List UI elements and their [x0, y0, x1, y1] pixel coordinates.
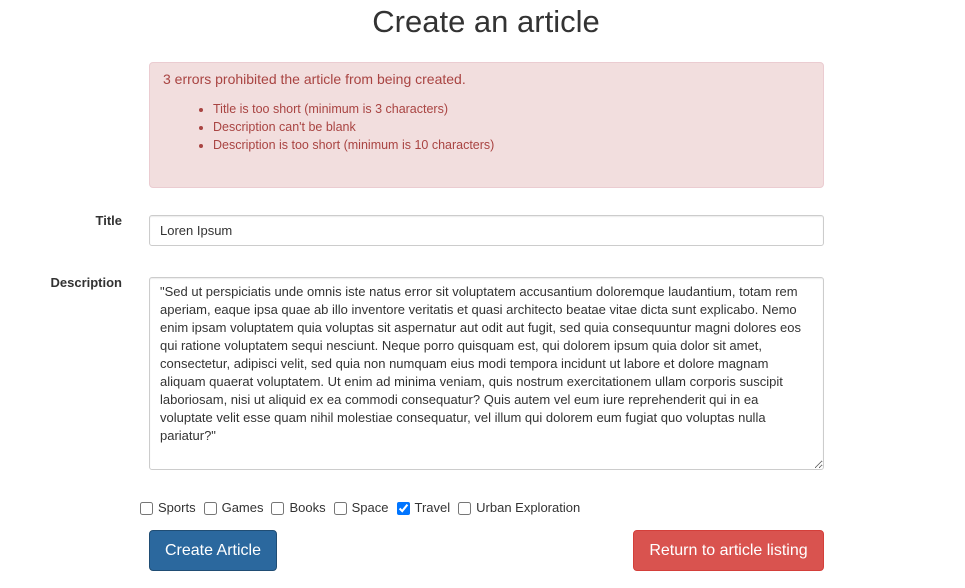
checkbox-label-games[interactable]: Games	[222, 500, 264, 516]
page-title: Create an article	[372, 4, 600, 39]
checkbox-label-sports[interactable]: Sports	[158, 500, 196, 516]
title-label: Title	[95, 213, 123, 228]
error-alert: 3 errors prohibited the article from bei…	[149, 62, 824, 188]
checkbox-games[interactable]	[203, 501, 217, 515]
checkbox-sports[interactable]	[140, 501, 153, 515]
checkbox-label-travel[interactable]: Travel	[415, 500, 451, 516]
checkbox-label-books[interactable]: Books	[289, 500, 325, 516]
category-checkboxes: Sports Games Books Space Travel Urban Ex…	[139, 500, 587, 516]
title-input[interactable]	[149, 215, 824, 246]
description-textarea[interactable]: "Sed ut perspiciatis unde omnis iste nat…	[149, 277, 824, 470]
checkbox-urban-exploration[interactable]	[458, 501, 472, 515]
error-item: Description is too short (minimum is 10 …	[213, 136, 810, 154]
create-article-button[interactable]: Create Article	[149, 530, 277, 571]
checkbox-label-space[interactable]: Space	[352, 500, 389, 516]
error-heading: 3 errors prohibited the article from bei…	[163, 71, 466, 87]
error-item: Title is too short (minimum is 3 charact…	[213, 100, 810, 118]
error-item: Description can't be blank	[213, 118, 810, 136]
error-list: Title is too short (minimum is 3 charact…	[163, 100, 810, 154]
checkbox-label-urban-exploration[interactable]: Urban Exploration	[476, 500, 580, 516]
checkbox-travel[interactable]	[396, 501, 410, 515]
checkbox-space[interactable]	[333, 501, 347, 515]
checkbox-books[interactable]	[271, 501, 285, 515]
description-label: Description	[50, 275, 122, 290]
return-to-listing-button[interactable]: Return to article listing	[633, 530, 824, 571]
